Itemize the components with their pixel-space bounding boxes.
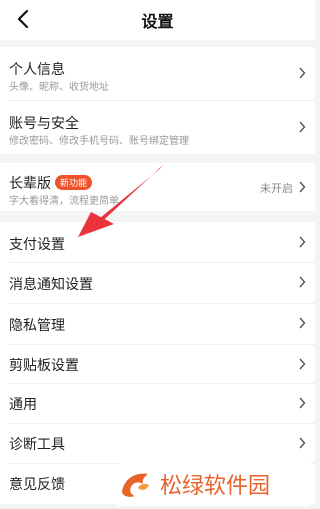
row-label: 支付设置 [9,237,65,253]
chevron-right-icon [299,121,306,133]
row-label: 隐私管理 [9,318,65,334]
chevron-right-icon [299,236,306,248]
page-title: 设置 [141,12,174,31]
row-subtitle: 修改密码、修改手机号码、账号绑定管理 [9,136,189,147]
chevron-right-icon [299,397,306,409]
settings-row-account-security[interactable]: 账号与安全 修改密码、修改手机号码、账号绑定管理 [0,101,315,154]
row-label: 诊断工具 [9,437,65,453]
settings-row-personal-info[interactable]: 个人信息 头像、昵称、收货地址 [0,47,315,100]
account-group: 个人信息 头像、昵称、收货地址 账号与安全 修改密码、修改手机号码、账号绑定管理 [0,47,315,154]
row-label: 剪贴板设置 [9,358,79,374]
chevron-right-icon [299,181,306,193]
settings-row-general[interactable]: 通用 [0,384,315,424]
row-label: 账号与安全 [9,116,79,132]
elder-mode-group: 长辈版 新功能 字大看得清，流程更简单 未开启 [0,163,315,211]
status-text: 未开启 [260,182,293,195]
settings-row-clipboard[interactable]: 剪贴板设置 [0,345,315,385]
row-label: 消息通知设置 [9,277,93,293]
settings-row-elder-mode[interactable]: 长辈版 新功能 字大看得清，流程更简单 未开启 [0,163,315,211]
chevron-right-icon [299,437,306,449]
settings-row-notifications[interactable]: 消息通知设置 [0,263,315,303]
chevron-right-icon [299,67,306,79]
elder-mode-label: 长辈版 [9,176,51,192]
settings-row-diagnostics[interactable]: 诊断工具 [0,424,315,464]
row-label: 意见反馈 [9,477,65,493]
row-label: 通用 [9,397,37,413]
watermark-text: 松绿软件园 [160,474,271,499]
row-subtitle: 字大看得清，流程更简单 [9,196,119,207]
chevron-right-icon [299,317,306,329]
watermark-logo-icon [122,473,149,497]
settings-row-payment[interactable]: 支付设置 [0,222,315,262]
settings-row-privacy[interactable]: 隐私管理 [0,304,315,344]
row-subtitle: 头像、昵称、收货地址 [9,82,109,93]
new-feature-badge: 新功能 [55,175,93,190]
row-label: 长辈版 新功能 [9,173,93,193]
back-chevron-icon[interactable] [14,8,34,30]
chevron-right-icon [299,358,306,370]
nav-bar: 设置 [0,0,315,40]
chevron-right-icon [299,276,306,288]
row-label: 个人信息 [9,62,65,78]
watermark: 松绿软件园 [118,462,310,506]
